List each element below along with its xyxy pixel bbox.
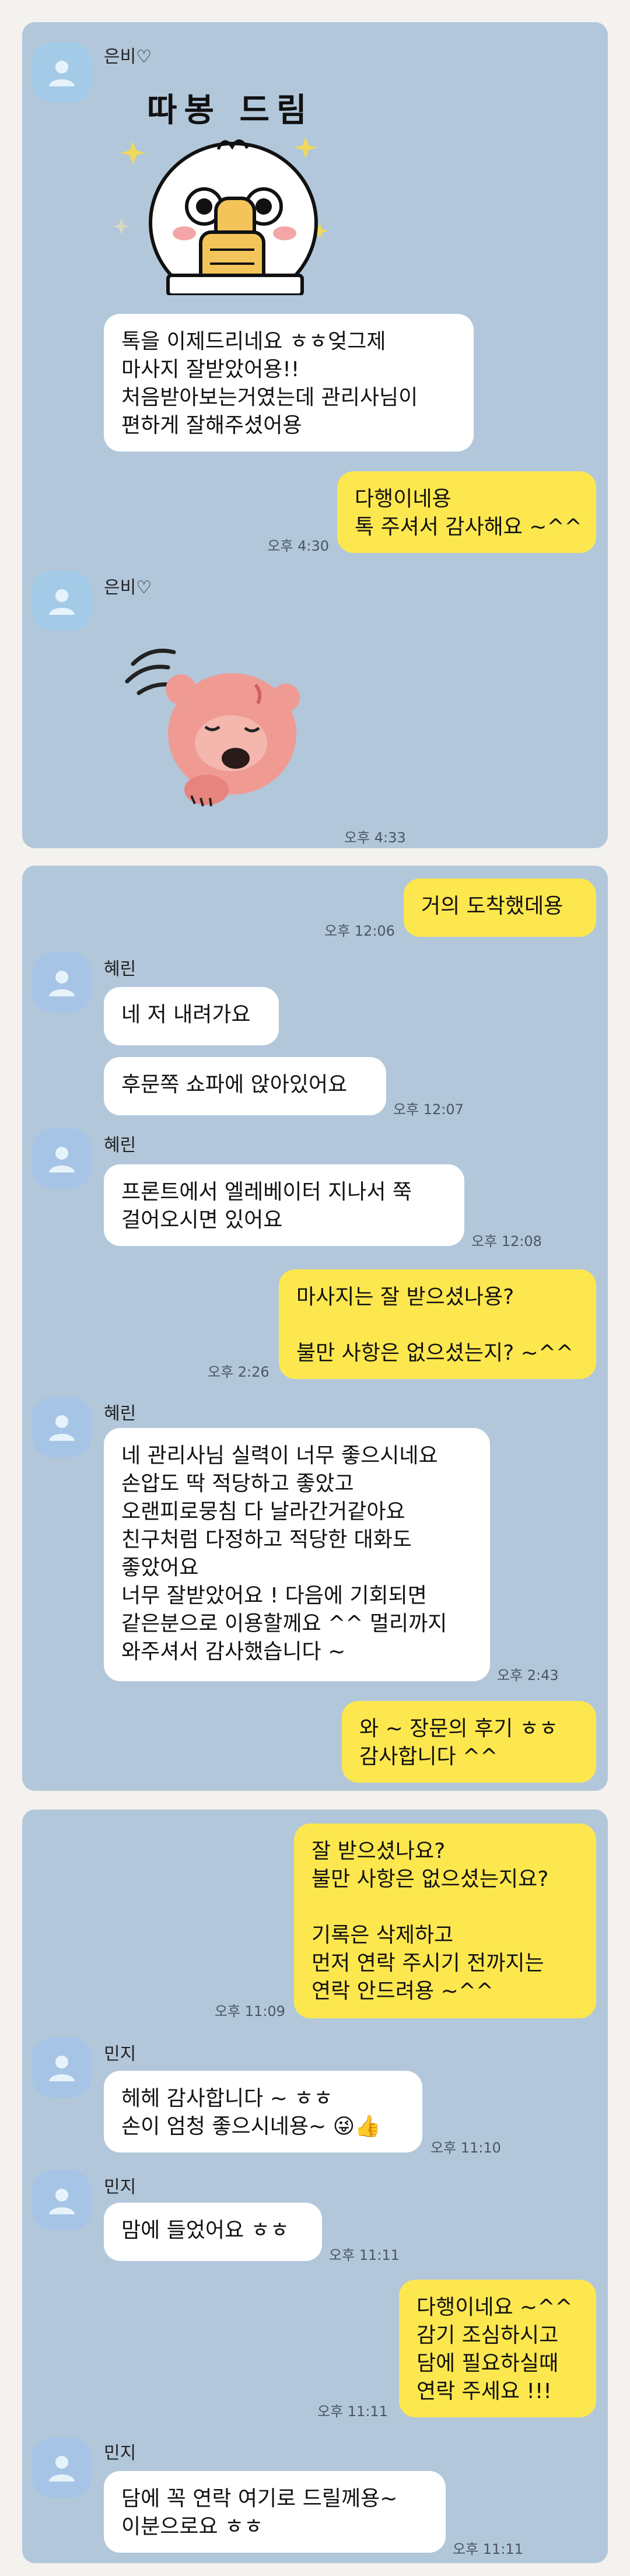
- avatar[interactable]: [32, 952, 92, 1013]
- avatar[interactable]: [32, 1396, 92, 1457]
- default-profile-icon: [49, 2189, 75, 2214]
- sender-name: 은비♡: [104, 578, 152, 598]
- avatar[interactable]: [32, 2437, 92, 2498]
- sender-name: 민지: [104, 2443, 136, 2463]
- avatar[interactable]: [32, 2170, 92, 2231]
- sticker-caption: 따봉 드림: [147, 92, 314, 130]
- default-profile-icon: [49, 589, 75, 615]
- default-profile-icon: [49, 61, 75, 86]
- message-time: 오후 12:07: [393, 1101, 464, 1118]
- default-profile-icon: [49, 971, 75, 996]
- message-time: 오후 12:06: [324, 923, 395, 939]
- message-time: 오후 11:11: [317, 2403, 388, 2420]
- sender-name: 민지: [104, 2177, 136, 2197]
- outgoing-message-bubble[interactable]: 거의 도착했데용: [404, 878, 596, 937]
- default-profile-icon: [49, 2456, 75, 2482]
- avatar[interactable]: [32, 2037, 92, 2098]
- chat-panel-1: 은비♡ 따봉 드림 톡을 이제드리네요 ㅎㅎ엊그제 마사지 잘받았어용!! 처음…: [22, 22, 608, 848]
- avatar[interactable]: [32, 570, 92, 631]
- pink-beaver-character-icon: [125, 649, 300, 807]
- default-profile-icon: [49, 2056, 75, 2081]
- chat-panel-3: 잘 받으셨나요? 불만 사항은 없으셨는지요? 기록은 삭제하고 먼저 연락 주…: [22, 1810, 608, 2563]
- message-time: 오후 11:11: [453, 2541, 523, 2557]
- default-profile-icon: [49, 1415, 75, 1441]
- pink-beaver-sticker[interactable]: [116, 629, 308, 821]
- incoming-message-bubble[interactable]: 톡을 이제드리네요 ㅎㅎ엊그제 마사지 잘받았어용!! 처음받아보는거였는데 관…: [104, 314, 474, 452]
- outgoing-message-bubble[interactable]: 다행이네요 ~^^ 감기 조심하시고 담에 필요하실때 연락 주세요 !!!: [399, 2280, 596, 2417]
- outgoing-message-bubble[interactable]: 와 ~ 장문의 후기 ㅎㅎ 감사합니다 ^^: [342, 1701, 596, 1783]
- message-time: 오후 11:11: [329, 2247, 400, 2263]
- sender-name: 혜린: [104, 1404, 136, 1424]
- sender-name: 은비♡: [104, 47, 152, 67]
- message-time: 오후 11:10: [430, 2140, 501, 2156]
- message-time: 오후 12:08: [471, 1233, 542, 1250]
- outgoing-message-bubble[interactable]: 잘 받으셨나요? 불만 사항은 없으셨는지요? 기록은 삭제하고 먼저 연락 주…: [294, 1824, 596, 2018]
- message-time: 오후 4:30: [267, 538, 329, 554]
- incoming-message-bubble[interactable]: 네 저 내려가요: [104, 987, 279, 1045]
- message-time: 오후 11:09: [215, 2003, 285, 2020]
- message-time: 오후 4:33: [344, 830, 406, 846]
- avatar[interactable]: [32, 42, 92, 103]
- sender-name: 민지: [104, 2044, 136, 2064]
- sender-name: 혜린: [104, 959, 136, 979]
- incoming-message-bubble[interactable]: 헤헤 감사합니다 ~ ㅎㅎ 손이 엄청 좋으시네용~ 😜👍: [104, 2071, 422, 2152]
- avatar[interactable]: [32, 1128, 92, 1189]
- incoming-message-bubble[interactable]: 네 관리사님 실력이 너무 좋으시네요 손압도 딱 적당하고 좋았고 오랜피로뭉…: [104, 1428, 490, 1681]
- message-time: 오후 2:43: [497, 1667, 559, 1684]
- sender-name: 혜린: [104, 1135, 136, 1156]
- outgoing-message-bubble[interactable]: 마사지는 잘 받으셨나용? 불만 사항은 없으셨는지? ~^^: [279, 1269, 596, 1379]
- incoming-message-bubble[interactable]: 프론트에서 엘레베이터 지나서 쭉 걸어오시면 있어요: [104, 1164, 464, 1246]
- incoming-message-bubble[interactable]: 맘에 들었어요 ㅎㅎ: [104, 2203, 322, 2261]
- thumbs-up-sticker[interactable]: 따봉 드림: [110, 74, 360, 295]
- incoming-message-bubble[interactable]: 후문쪽 쇼파에 앉아있어요: [104, 1057, 386, 1115]
- message-time: 오후 2:26: [208, 1364, 270, 1380]
- chat-panel-2: 거의 도착했데용 오후 12:06 혜린 네 저 내려가요 후문쪽 쇼파에 앉아…: [22, 866, 608, 1791]
- thumbs-up-character-icon: [113, 136, 328, 295]
- outgoing-message-bubble[interactable]: 다행이네용 톡 주셔서 감사해요 ~^^: [337, 471, 596, 553]
- default-profile-icon: [49, 1147, 75, 1172]
- incoming-message-bubble[interactable]: 담에 꼭 연락 여기로 드릴께용~ 이분으로요 ㅎㅎ: [104, 2471, 446, 2553]
